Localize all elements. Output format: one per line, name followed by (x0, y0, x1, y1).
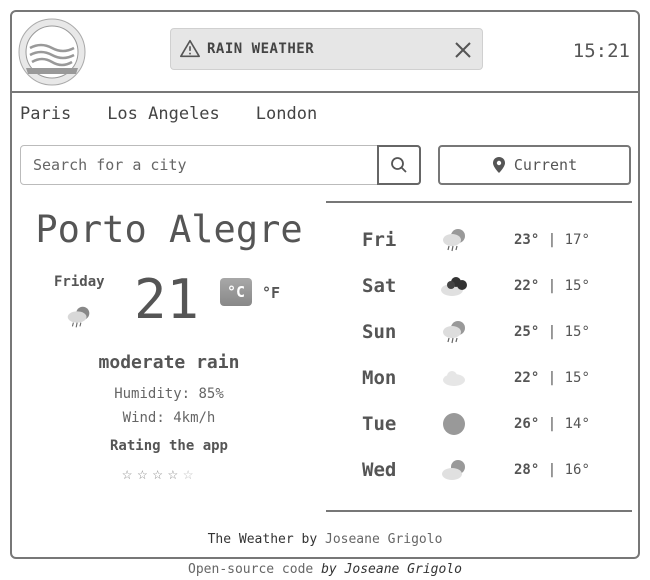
rain-cloud-icon (67, 306, 90, 328)
forecast-temps: 23° | 17° (514, 232, 590, 248)
city-title: Porto Alegre (35, 208, 303, 251)
clock: 15:21 (572, 40, 630, 62)
forecast-day: Fri (362, 229, 397, 251)
rain-cloud-icon (443, 321, 465, 344)
footer: The Weather by Joseane Grigolo (12, 532, 638, 547)
forecast-day: Sun (362, 321, 397, 343)
close-icon[interactable] (452, 39, 474, 61)
star-2[interactable]: ☆ (137, 464, 147, 484)
header: RAIN WEATHER 15:21 (12, 12, 638, 93)
forecast-list: Fri 23° | 17° Sat 22° | 15° Sun 25° | 15… (326, 201, 632, 512)
forecast-day: Wed (362, 459, 397, 481)
location-pin-icon (492, 157, 505, 173)
warning-icon (180, 39, 200, 58)
footer-prefix: The Weather by (207, 532, 325, 547)
forecast-day: Mon (362, 367, 397, 389)
forecast-row: Tue 26° | 14° (326, 401, 632, 447)
star-1[interactable]: ☆ (122, 464, 132, 484)
forecast-row: Sun 25° | 15° (326, 309, 632, 355)
forecast-row: Wed 28° | 16° (326, 447, 632, 493)
search-button[interactable] (377, 145, 421, 185)
fahrenheit-toggle[interactable]: °F (262, 284, 280, 302)
sun-cloud-icon (442, 460, 465, 480)
rain-cloud-icon (443, 229, 465, 252)
weather-card: RAIN WEATHER 15:21 Paris Los Angeles Lon… (10, 10, 640, 559)
current-temperature: 21 (134, 268, 200, 331)
forecast-temps: 25° | 15° (514, 324, 590, 340)
forecast-temps: 22° | 15° (514, 278, 590, 294)
alert-text: RAIN WEATHER (207, 41, 315, 57)
broken-clouds-icon (441, 277, 467, 296)
celsius-toggle[interactable]: °C (220, 278, 252, 306)
search-input[interactable] (21, 146, 377, 184)
footer-author-link[interactable]: Joseane Grigolo (325, 532, 442, 547)
weather-description: moderate rain (98, 352, 240, 373)
forecast-day: Sat (362, 275, 397, 297)
forecast-day: Tue (362, 413, 397, 435)
rating-label: Rating the app (109, 438, 228, 454)
star-5[interactable]: ☆ (183, 464, 193, 484)
weather-alert: RAIN WEATHER (170, 28, 483, 70)
current-location-button[interactable]: Current (438, 145, 631, 185)
current-day: Friday (54, 274, 105, 290)
forecast-row: Mon 22° | 15° (326, 355, 632, 401)
sun-icon (443, 413, 465, 435)
source-credit: Open-source code by Joseane Grigolo (0, 562, 650, 577)
humidity: Humidity: 85% (114, 386, 224, 402)
forecast-row: Sat 22° | 15° (326, 263, 632, 309)
city-link-london[interactable]: London (256, 104, 317, 124)
city-link-los-angeles[interactable]: Los Angeles (107, 104, 220, 124)
star-4[interactable]: ☆ (168, 464, 178, 484)
star-3[interactable]: ☆ (153, 464, 163, 484)
forecast-temps: 26° | 14° (514, 416, 590, 432)
rating-stars: ☆ ☆ ☆ ☆ ☆ (122, 464, 193, 484)
source-code-link[interactable]: Open-source code (188, 562, 321, 577)
current-label: Current (513, 156, 578, 174)
search-bar (20, 145, 421, 185)
source-author: by Joseane Grigolo (321, 562, 462, 577)
light-cloud-icon (443, 371, 465, 386)
forecast-row: Fri 23° | 17° (326, 217, 632, 263)
search-icon (391, 157, 407, 173)
city-links: Paris Los Angeles London (20, 104, 317, 124)
forecast-temps: 22° | 15° (514, 370, 590, 386)
logo-icon (18, 18, 86, 86)
city-link-paris[interactable]: Paris (20, 104, 71, 124)
wind: Wind: 4km/h (122, 410, 216, 426)
forecast-temps: 28° | 16° (514, 462, 590, 478)
current-weather: Porto Alegre Friday 21 °C °F moderate ra… (12, 202, 326, 502)
